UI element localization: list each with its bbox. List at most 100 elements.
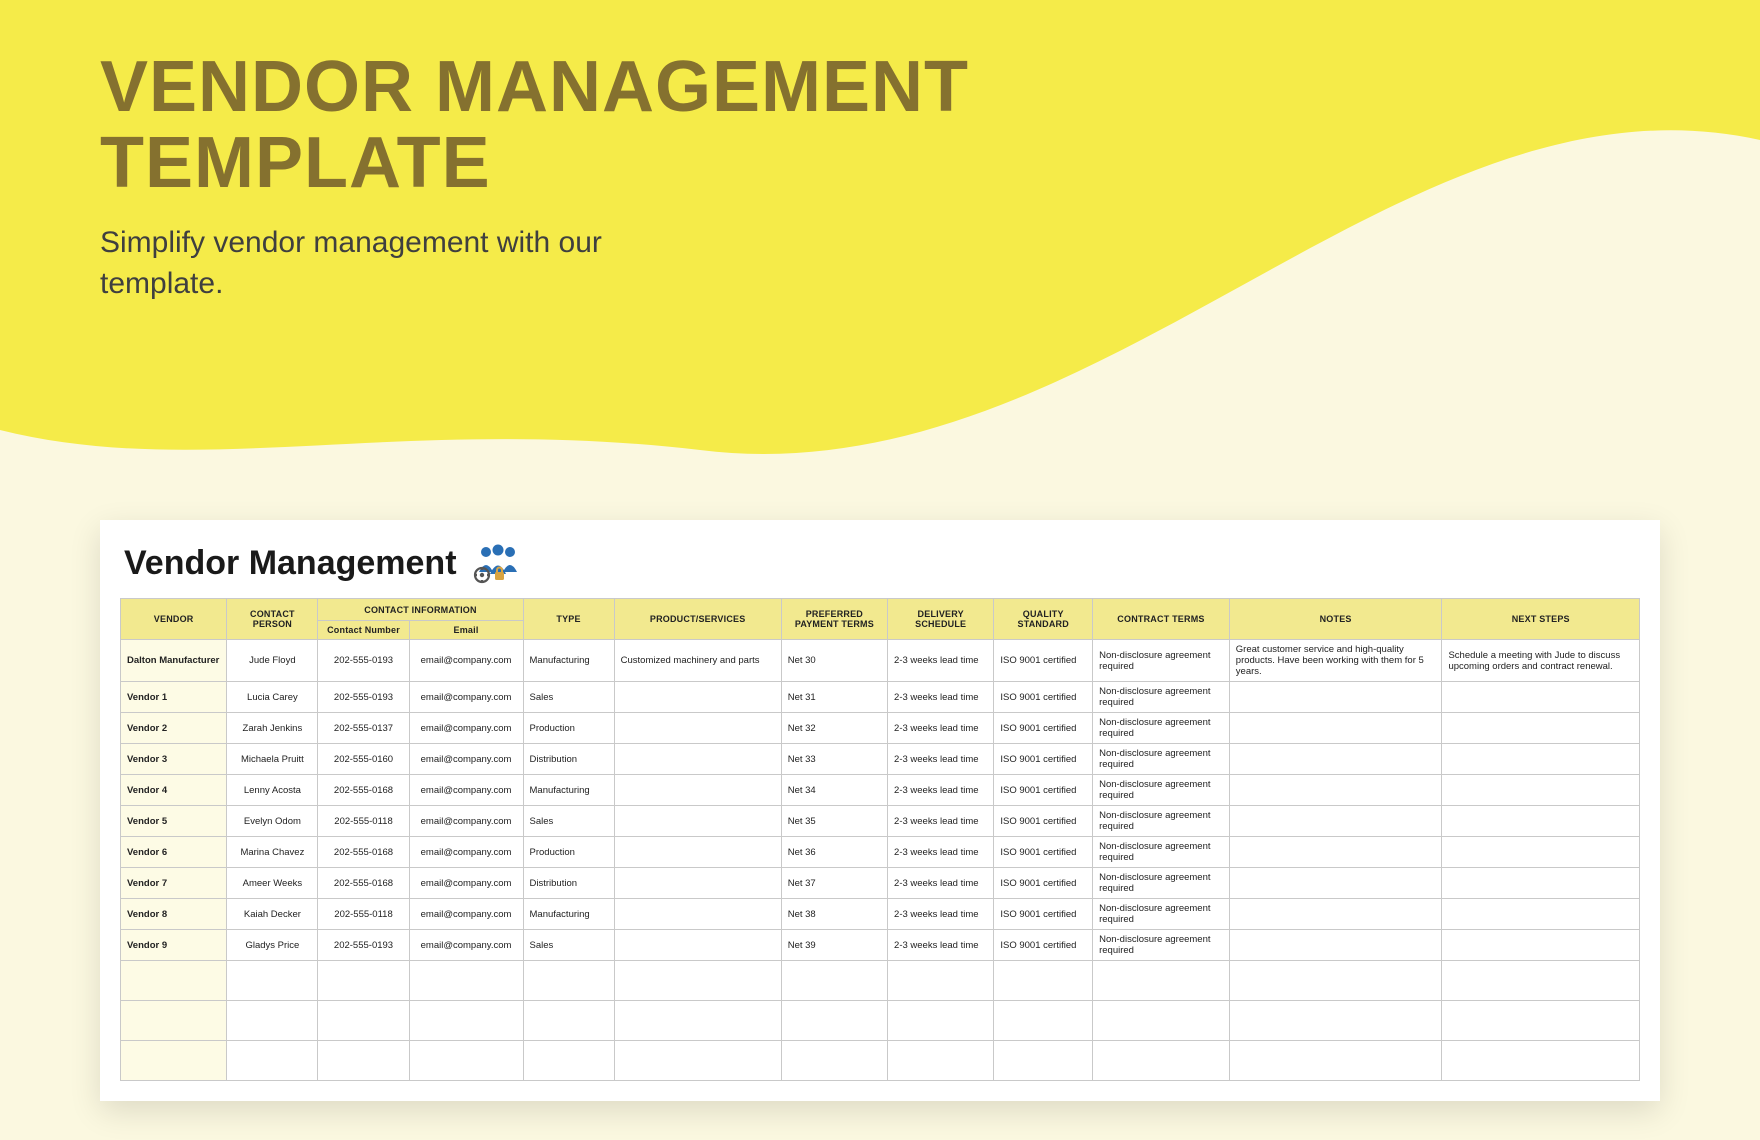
cell-product [614, 744, 781, 775]
cell-number: 202-555-0193 [318, 682, 409, 713]
cell-payment: Net 37 [781, 868, 887, 899]
cell-payment: Net 39 [781, 930, 887, 961]
cell-contact: Lenny Acosta [227, 775, 318, 806]
cell-empty [523, 1001, 614, 1041]
cell-delivery: 2-3 weeks lead time [888, 640, 994, 682]
hero: VENDOR MANAGEMENT TEMPLATE Simplify vend… [100, 50, 969, 304]
cell-empty [614, 961, 781, 1001]
header-notes: NOTES [1229, 599, 1442, 640]
cell-product: Customized machinery and parts [614, 640, 781, 682]
cell-number: 202-555-0118 [318, 899, 409, 930]
cell-payment: Net 38 [781, 899, 887, 930]
cell-type: Sales [523, 806, 614, 837]
cell-empty [1442, 961, 1640, 1001]
cell-contact: Marina Chavez [227, 837, 318, 868]
header-quality: QUALITY STANDARD [994, 599, 1093, 640]
cell-email: email@company.com [409, 682, 523, 713]
cell-contract: Non-disclosure agreement required [1093, 775, 1230, 806]
table-header: VENDOR CONTACT PERSON CONTACT INFORMATIO… [121, 599, 1640, 640]
cell-next [1442, 682, 1640, 713]
cell-email: email@company.com [409, 713, 523, 744]
cell-contract: Non-disclosure agreement required [1093, 868, 1230, 899]
cell-notes [1229, 930, 1442, 961]
header-delivery: DELIVERY SCHEDULE [888, 599, 994, 640]
cell-notes [1229, 837, 1442, 868]
cell-next [1442, 713, 1640, 744]
header-type: TYPE [523, 599, 614, 640]
cell-type: Distribution [523, 868, 614, 899]
cell-vendor: Vendor 5 [121, 806, 227, 837]
cell-email: email@company.com [409, 837, 523, 868]
cell-empty [781, 1001, 887, 1041]
cell-next [1442, 806, 1640, 837]
cell-empty [409, 1041, 523, 1081]
cell-contract: Non-disclosure agreement required [1093, 930, 1230, 961]
cell-vendor: Vendor 7 [121, 868, 227, 899]
cell-quality: ISO 9001 certified [994, 640, 1093, 682]
cell-product [614, 930, 781, 961]
cell-contact: Ameer Weeks [227, 868, 318, 899]
cell-contact: Jude Floyd [227, 640, 318, 682]
cell-quality: ISO 9001 certified [994, 775, 1093, 806]
cell-empty [614, 1041, 781, 1081]
cell-quality: ISO 9001 certified [994, 744, 1093, 775]
cell-empty [1229, 961, 1442, 1001]
cell-payment: Net 33 [781, 744, 887, 775]
cell-contact: Michaela Pruitt [227, 744, 318, 775]
cell-next [1442, 868, 1640, 899]
cell-vendor: Vendor 6 [121, 837, 227, 868]
cell-next [1442, 899, 1640, 930]
cell-contract: Non-disclosure agreement required [1093, 744, 1230, 775]
cell-type: Distribution [523, 744, 614, 775]
header-contact-person: CONTACT PERSON [227, 599, 318, 640]
cell-empty [121, 1041, 227, 1081]
table-row: Vendor 3Michaela Pruitt202-555-0160email… [121, 744, 1640, 775]
sheet-title: Vendor Management [124, 544, 457, 583]
cell-vendor: Vendor 4 [121, 775, 227, 806]
cell-quality: ISO 9001 certified [994, 806, 1093, 837]
cell-notes [1229, 744, 1442, 775]
table-row: Vendor 2Zarah Jenkins202-555-0137email@c… [121, 713, 1640, 744]
cell-empty [318, 1041, 409, 1081]
cell-empty [781, 961, 887, 1001]
cell-contract: Non-disclosure agreement required [1093, 806, 1230, 837]
table-row: Vendor 1Lucia Carey202-555-0193email@com… [121, 682, 1640, 713]
cell-contract: Non-disclosure agreement required [1093, 713, 1230, 744]
cell-empty [994, 961, 1093, 1001]
cell-contact: Zarah Jenkins [227, 713, 318, 744]
cell-payment: Net 32 [781, 713, 887, 744]
cell-contract: Non-disclosure agreement required [1093, 640, 1230, 682]
header-contact-info: CONTACT INFORMATION [318, 599, 523, 621]
cell-next [1442, 744, 1640, 775]
cell-quality: ISO 9001 certified [994, 682, 1093, 713]
cell-number: 202-555-0168 [318, 837, 409, 868]
cell-empty [888, 1041, 994, 1081]
header-next-steps: NEXT STEPS [1442, 599, 1640, 640]
table-row: Vendor 7Ameer Weeks202-555-0168email@com… [121, 868, 1640, 899]
cell-quality: ISO 9001 certified [994, 930, 1093, 961]
cell-vendor: Vendor 2 [121, 713, 227, 744]
cell-contact: Kaiah Decker [227, 899, 318, 930]
cell-empty [1093, 961, 1230, 1001]
cell-quality: ISO 9001 certified [994, 868, 1093, 899]
table-row: Vendor 4Lenny Acosta202-555-0168email@co… [121, 775, 1640, 806]
cell-empty [523, 961, 614, 1001]
cell-next: Schedule a meeting with Jude to discuss … [1442, 640, 1640, 682]
cell-next [1442, 775, 1640, 806]
cell-quality: ISO 9001 certified [994, 713, 1093, 744]
cell-contract: Non-disclosure agreement required [1093, 899, 1230, 930]
cell-empty [1442, 1041, 1640, 1081]
spreadsheet-preview: Vendor Management [100, 520, 1660, 1101]
cell-type: Production [523, 837, 614, 868]
cell-contract: Non-disclosure agreement required [1093, 682, 1230, 713]
table-row-empty [121, 961, 1640, 1001]
cell-next [1442, 837, 1640, 868]
cell-empty [1442, 1001, 1640, 1041]
cell-vendor: Vendor 9 [121, 930, 227, 961]
page-title: VENDOR MANAGEMENT TEMPLATE [100, 50, 969, 201]
cell-type: Sales [523, 682, 614, 713]
cell-number: 202-555-0137 [318, 713, 409, 744]
cell-delivery: 2-3 weeks lead time [888, 682, 994, 713]
cell-empty [409, 961, 523, 1001]
cell-empty [121, 961, 227, 1001]
